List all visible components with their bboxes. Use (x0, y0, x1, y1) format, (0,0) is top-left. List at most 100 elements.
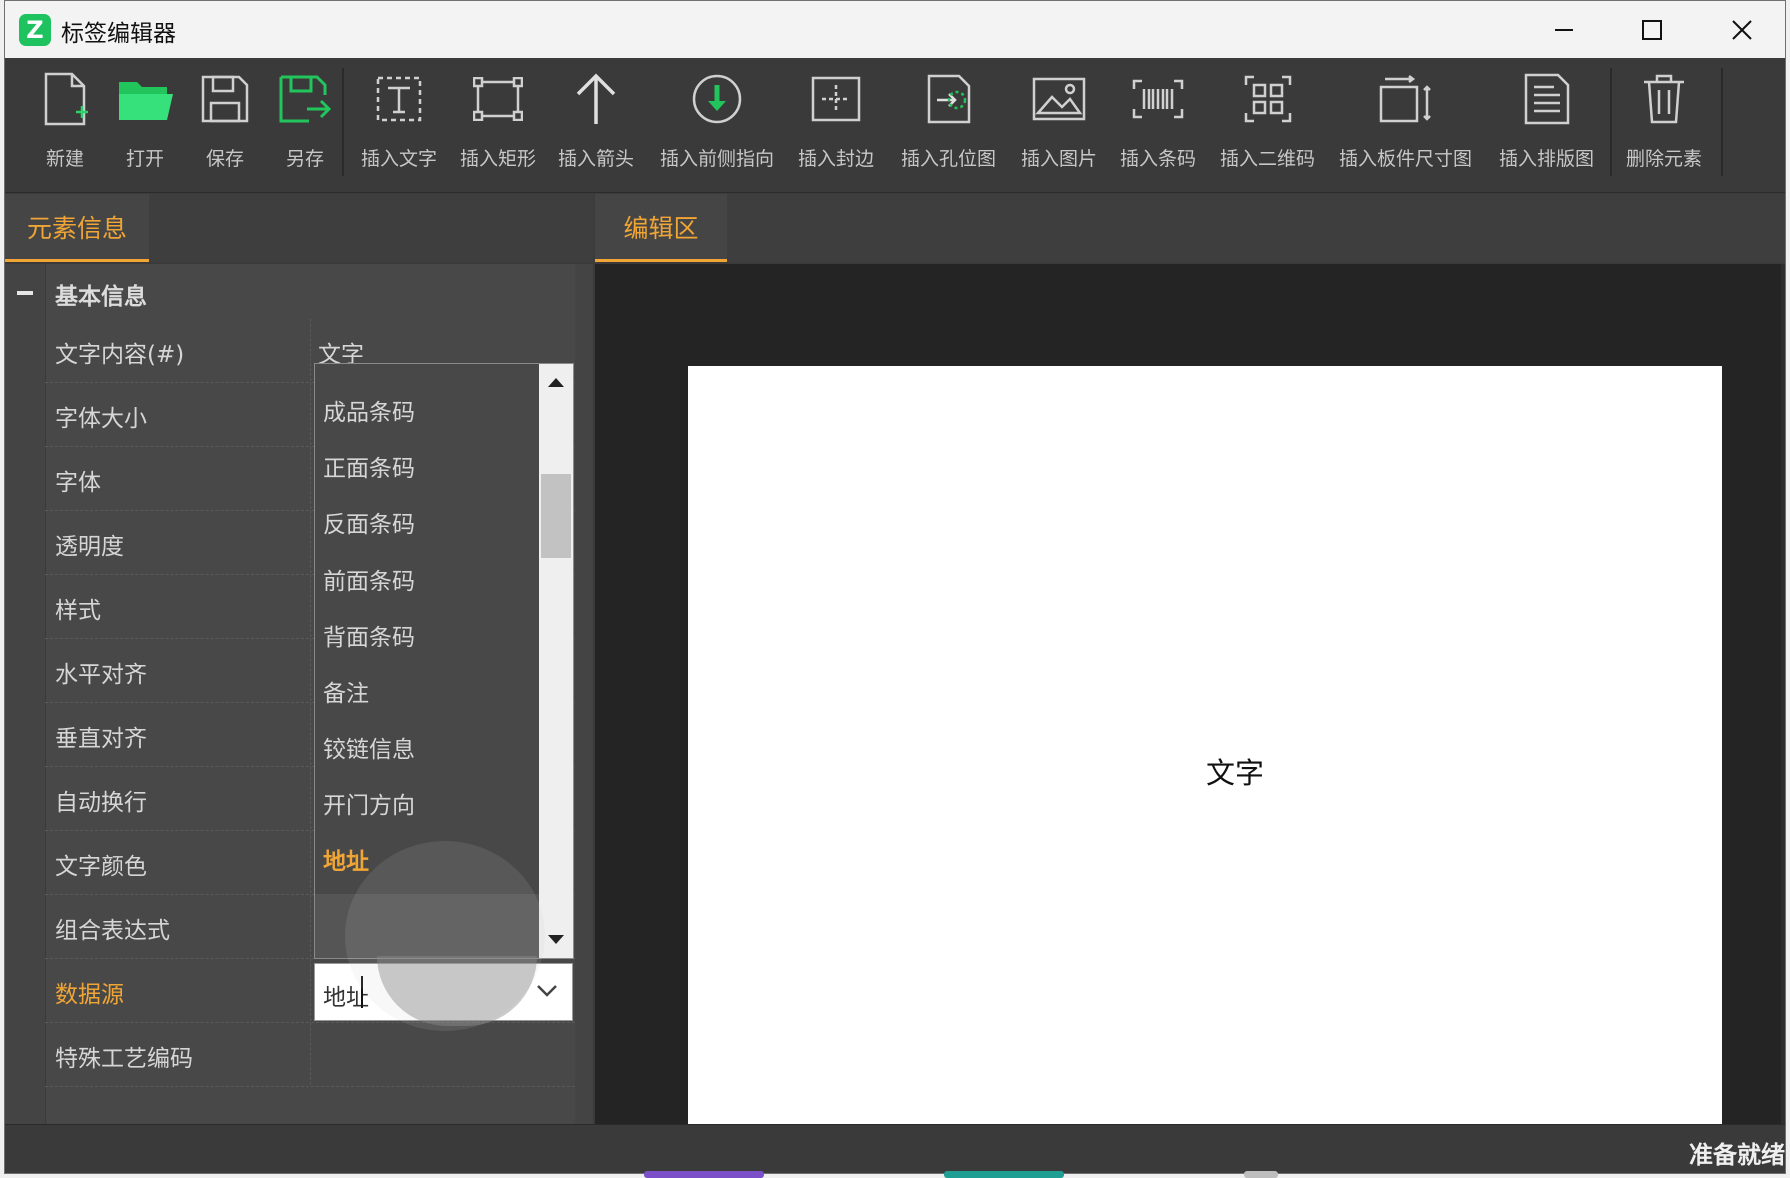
scroll-down-icon[interactable] (548, 935, 564, 944)
status-bar: 准备就绪 (5, 1124, 1785, 1173)
insert-qrcode-icon (1244, 75, 1291, 123)
insert-barcode-label: 插入条码 (1120, 148, 1197, 170)
new-file-icon (44, 72, 88, 126)
right-panel-tabbar: 编辑区 (595, 194, 1785, 262)
dropdown-option[interactable]: 铰链信息 (323, 730, 415, 764)
collapse-icon[interactable] (17, 291, 33, 295)
save-icon (201, 75, 249, 123)
open-button[interactable]: 打开 (115, 68, 175, 183)
property-key: 水平对齐 (55, 662, 147, 688)
dropdown-scrollbar[interactable] (539, 364, 573, 958)
insert-layout-label: 插入排版图 (1499, 148, 1595, 170)
insert-qrcode-button[interactable]: 插入二维码 (1220, 68, 1315, 183)
property-row-special-process-code[interactable]: 特殊工艺编码 (45, 1023, 575, 1087)
toolbar-separator (342, 68, 344, 176)
insert-front-direction-button[interactable]: 插入前侧指向 (660, 68, 774, 183)
dropdown-option[interactable]: 背面条码 (323, 618, 415, 652)
save-as-button[interactable]: 另存 (275, 68, 335, 183)
insert-edge-banding-icon (811, 76, 861, 122)
insert-front-direction-icon (692, 74, 742, 124)
property-key: 自动换行 (55, 790, 147, 816)
property-key: 字体 (55, 470, 101, 496)
save-button[interactable]: 保存 (195, 68, 255, 183)
tab-element-info[interactable]: 元素信息 (5, 194, 149, 262)
insert-layout-button[interactable]: 插入排版图 (1499, 68, 1594, 183)
insert-arrow-button[interactable]: 插入箭头 (558, 68, 634, 183)
dropdown-option[interactable]: 前面条码 (323, 562, 415, 596)
insert-hole-map-label: 插入孔位图 (901, 148, 997, 170)
toolbar-separator (1610, 68, 1612, 176)
insert-layout-icon (1524, 73, 1569, 125)
property-key: 透明度 (55, 534, 124, 560)
chevron-down-icon[interactable] (536, 984, 558, 998)
toolbar: 新建 打开 保存 另存 插入文字 插入矩形 插入箭头 插入前侧指向 插入封边 插… (5, 58, 1785, 193)
insert-barcode-icon (1132, 79, 1184, 119)
insert-rect-icon (473, 77, 523, 121)
dropdown-option[interactable]: 正面条码 (323, 449, 415, 483)
property-gutter (5, 264, 46, 1124)
insert-text-button[interactable]: 插入文字 (361, 68, 437, 183)
insert-arrow-icon (576, 73, 616, 124)
delete-element-label: 删除元素 (1626, 148, 1703, 170)
insert-qrcode-label: 插入二维码 (1220, 148, 1316, 170)
section-title: 基本信息 (55, 284, 147, 310)
dropdown-option[interactable]: 备注 (323, 674, 369, 708)
open-folder-icon (119, 82, 173, 120)
canvas-text-element[interactable]: 文字 (1206, 750, 1264, 792)
dropdown-option[interactable]: 成品条码 (323, 393, 415, 427)
app-logo-icon: Z (19, 14, 51, 46)
property-key: 垂直对齐 (55, 726, 147, 752)
save-label: 保存 (205, 148, 244, 170)
insert-text-icon (376, 76, 422, 122)
new-button[interactable]: 新建 (35, 68, 95, 183)
property-key: 特殊工艺编码 (55, 1046, 193, 1072)
insert-panel-size-button[interactable]: 插入板件尺寸图 (1339, 68, 1472, 183)
dropdown-option[interactable]: 开门方向 (323, 786, 415, 820)
taskbar-indicator (1244, 1171, 1278, 1178)
tab-edit-area[interactable]: 编辑区 (595, 194, 727, 262)
dropdown-option-highlighted[interactable]: 地址 (323, 842, 369, 876)
edit-area: 文字 (595, 264, 1785, 1124)
property-key: 文字颜色 (55, 854, 147, 880)
insert-barcode-button[interactable]: 插入条码 (1120, 68, 1196, 183)
insert-rect-button[interactable]: 插入矩形 (460, 68, 536, 183)
insert-hole-map-icon (927, 74, 970, 124)
insert-panel-size-icon (1379, 75, 1431, 123)
label-canvas[interactable]: 文字 (688, 366, 1722, 1124)
left-panel-tabbar: 元素信息 (5, 194, 593, 262)
minimize-button[interactable] (1521, 1, 1607, 58)
status-text: 准备就绪 (1689, 1141, 1785, 1169)
property-key: 数据源 (55, 982, 124, 1008)
property-key: 组合表达式 (55, 918, 170, 944)
insert-image-label: 插入图片 (1021, 148, 1098, 170)
minimize-icon (1555, 28, 1573, 31)
toolbar-separator (1721, 68, 1723, 176)
property-key: 样式 (55, 598, 101, 624)
insert-hole-map-button[interactable]: 插入孔位图 (901, 68, 996, 183)
insert-image-button[interactable]: 插入图片 (1021, 68, 1097, 183)
save-as-label: 另存 (285, 148, 324, 170)
taskbar-indicator (644, 1171, 764, 1178)
insert-image-icon (1032, 77, 1086, 121)
insert-front-direction-label: 插入前侧指向 (660, 148, 775, 170)
close-icon (1732, 19, 1752, 40)
taskbar-indicator (944, 1171, 1064, 1178)
insert-rect-label: 插入矩形 (460, 148, 537, 170)
insert-text-label: 插入文字 (361, 148, 438, 170)
app-window: Z 标签编辑器 新建 打开 保存 另存 插入文字 插入矩形 插入箭头 插入前侧指… (4, 0, 1786, 1174)
dropdown-scrollbar-thumb[interactable] (541, 474, 571, 558)
insert-arrow-label: 插入箭头 (558, 148, 635, 170)
window-title: 标签编辑器 (61, 21, 176, 47)
edit-area-scrollbar[interactable] (1781, 264, 1785, 1124)
dropdown-option[interactable]: 反面条码 (323, 505, 415, 539)
property-key: 字体大小 (55, 406, 147, 432)
maximize-button[interactable] (1609, 1, 1695, 58)
close-button[interactable] (1699, 1, 1785, 58)
open-label: 打开 (125, 148, 164, 170)
delete-element-button[interactable]: 删除元素 (1626, 68, 1702, 183)
insert-edge-banding-button[interactable]: 插入封边 (798, 68, 874, 183)
left-panel-scrollbar[interactable] (575, 264, 593, 1124)
scroll-up-icon[interactable] (548, 378, 564, 387)
property-key: 文字内容(#) (55, 342, 185, 368)
insert-edge-banding-label: 插入封边 (798, 148, 875, 170)
